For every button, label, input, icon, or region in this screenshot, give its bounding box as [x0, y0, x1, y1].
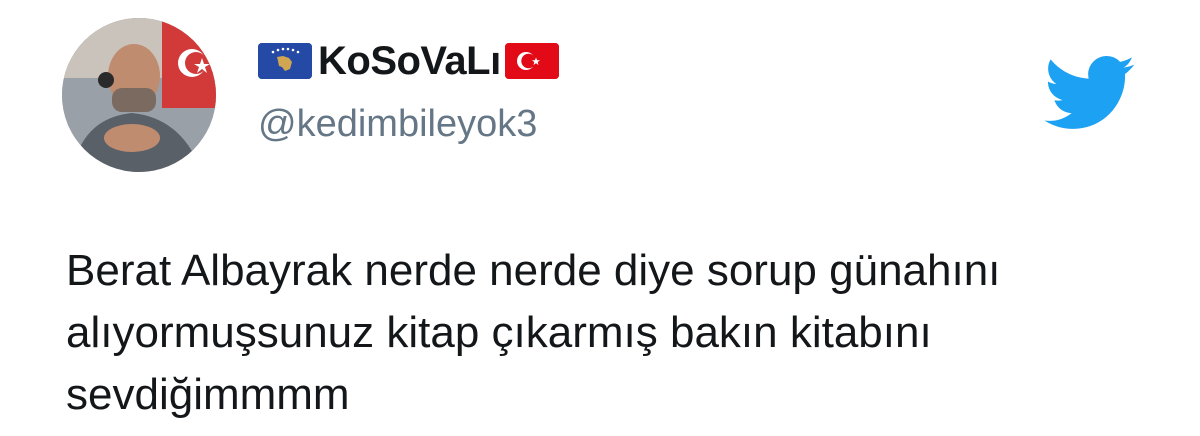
display-name[interactable]: KoSoVaLı: [318, 38, 501, 84]
user-block: KoSoVaLı @kedimbileyok3: [258, 38, 559, 146]
twitter-bird-icon[interactable]: [1044, 55, 1136, 132]
tweet-text-line: alıyormuşsunuz kitap çıkarmış bakın kita…: [66, 308, 932, 357]
tweet-card: KoSoVaLı @kedimbileyok3 Berat Albayrak n…: [0, 0, 1200, 436]
display-name-row[interactable]: KoSoVaLı: [258, 38, 559, 84]
avatar[interactable]: [62, 18, 216, 172]
turkey-flag-icon: [504, 43, 559, 79]
kosovo-flag-icon: [258, 43, 312, 79]
avatar-photo: [62, 18, 216, 172]
user-handle[interactable]: @kedimbileyok3: [258, 102, 559, 146]
tweet-text-line: Berat Albayrak nerde nerde diye sorup gü…: [66, 246, 1001, 295]
tweet-text: Berat Albayrak nerde nerde diye sorup gü…: [66, 240, 1146, 426]
tweet-text-line: sevdiğimmmm: [66, 370, 350, 419]
